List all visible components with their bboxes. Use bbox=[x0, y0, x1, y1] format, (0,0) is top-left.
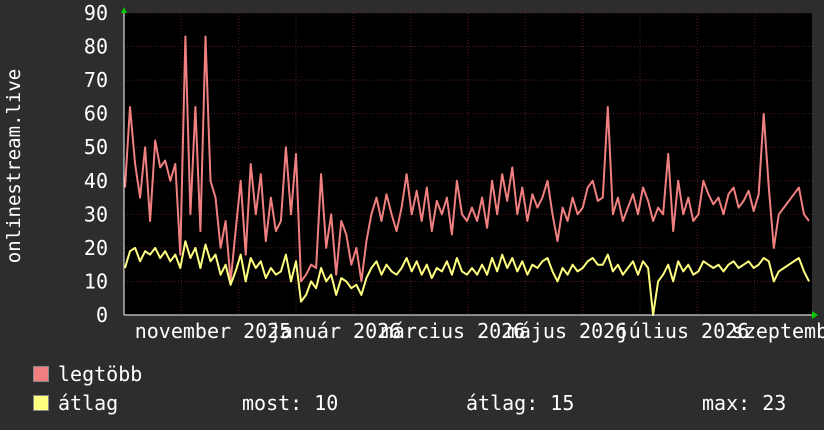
x-tick-label: július 2026 bbox=[617, 319, 749, 343]
y-axis-label: onlinestream.live bbox=[3, 69, 25, 263]
x-ticks: november 2025január 2026március 2026máju… bbox=[135, 319, 824, 343]
y-axis-arrow-icon bbox=[121, 7, 127, 13]
stat-now: most: 10 bbox=[242, 391, 339, 415]
x-tick-label: szeptember bbox=[732, 319, 824, 343]
y-tick-label: 10 bbox=[84, 269, 108, 293]
y-tick-label: 80 bbox=[84, 35, 108, 59]
line-chart: 0 10 20 30 40 50 60 70 80 90 november 2025január … bbox=[3, 1, 824, 343]
stat-max: max: 23 bbox=[702, 391, 787, 415]
y-tick-label: 20 bbox=[84, 236, 108, 260]
y-tick-label: 60 bbox=[84, 102, 108, 126]
legend-label-max: legtöbb bbox=[58, 362, 143, 386]
y-tick-label: 0 bbox=[96, 303, 108, 327]
legend-swatch-avg bbox=[33, 395, 49, 411]
legend-swatch-max bbox=[33, 366, 49, 382]
x-tick-label: március 2026 bbox=[381, 319, 526, 343]
y-tick-label: 90 bbox=[84, 1, 108, 25]
x-axis-arrow-icon bbox=[812, 311, 818, 319]
y-tick-label: 70 bbox=[84, 68, 108, 92]
legend-label-avg: átlag bbox=[58, 391, 119, 415]
y-tick-label: 30 bbox=[84, 202, 108, 226]
y-tick-label: 40 bbox=[84, 169, 108, 193]
y-tick-label: 50 bbox=[84, 135, 108, 159]
stat-average: átlag: 15 bbox=[466, 391, 575, 415]
x-tick-label: május 2026 bbox=[507, 319, 627, 343]
y-ticks: 0 10 20 30 40 50 60 70 80 90 bbox=[84, 1, 108, 327]
